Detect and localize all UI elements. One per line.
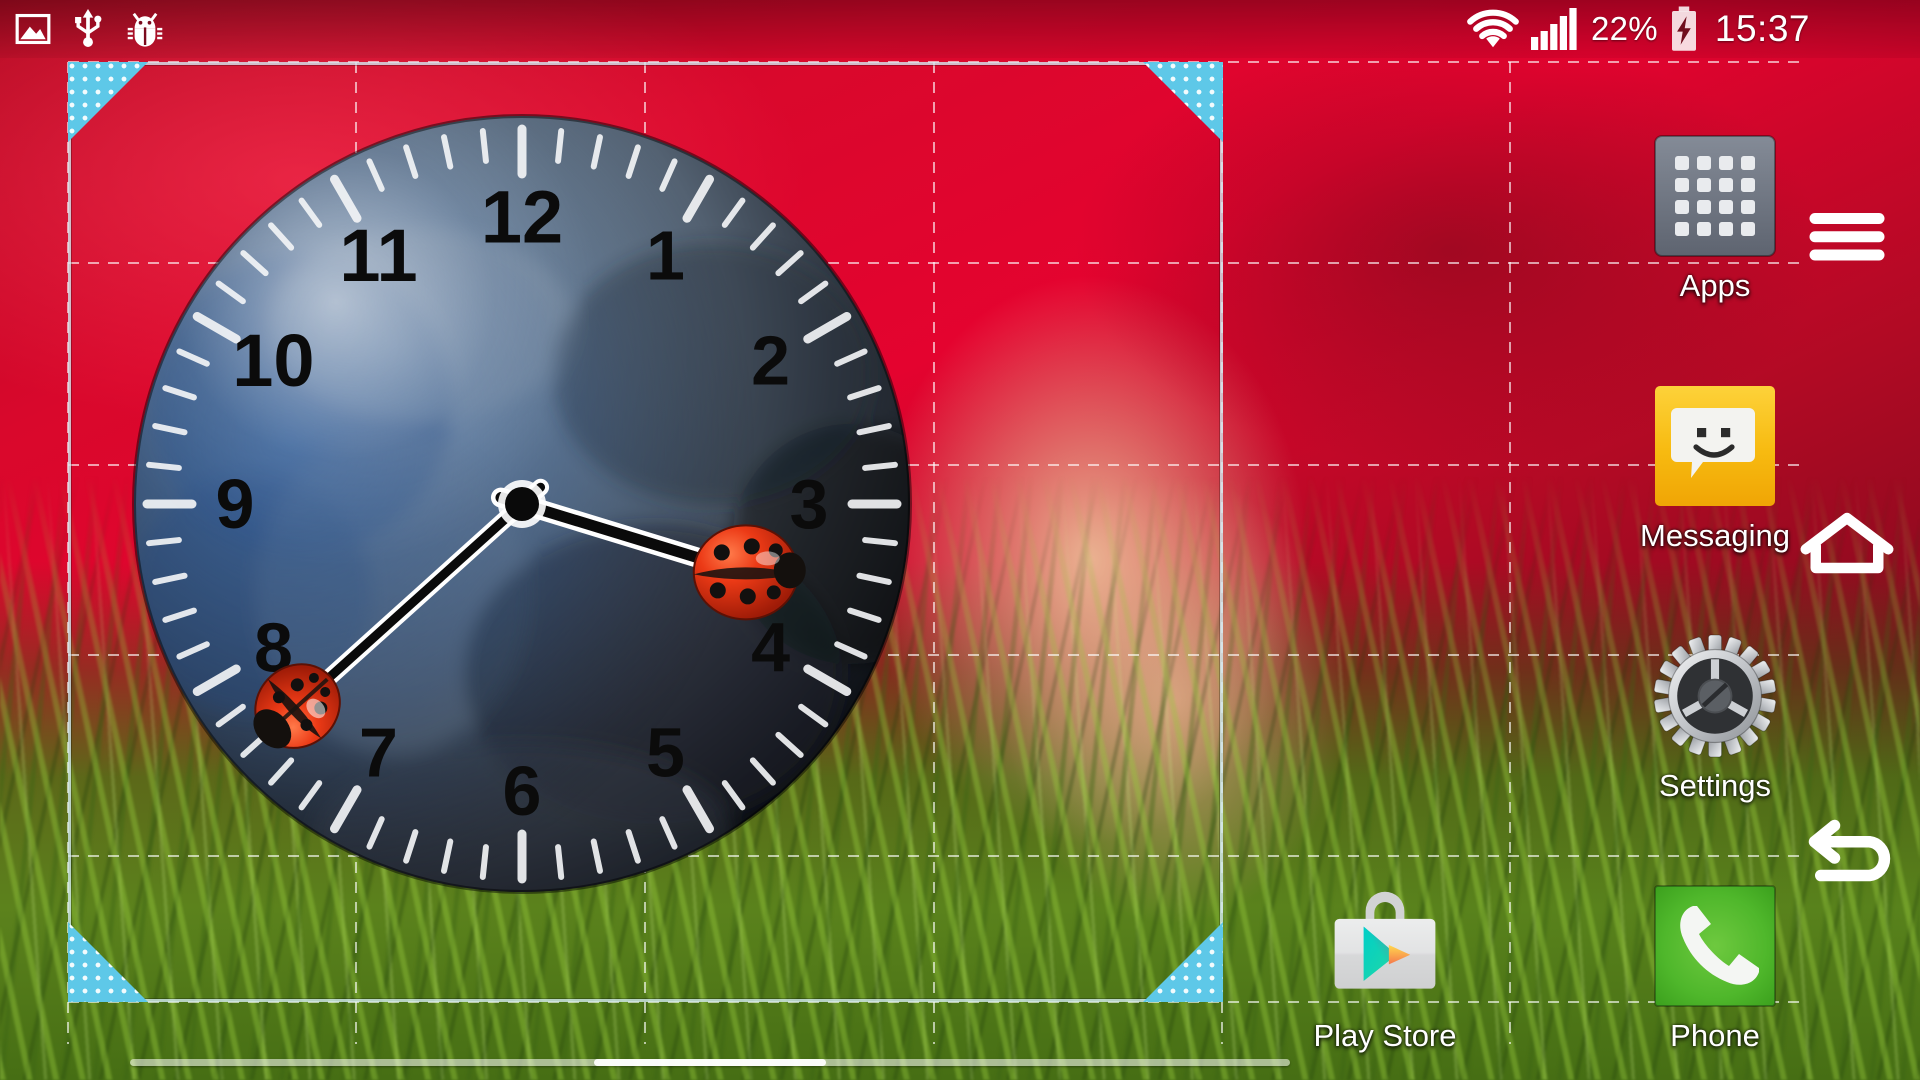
battery-charging-icon [1671,6,1696,51]
apps-grid-icon[interactable] [1653,134,1777,258]
gear-icon[interactable] [1653,634,1777,758]
widget-resize-frame[interactable] [68,62,1223,1002]
page-indicator[interactable] [130,1059,1290,1066]
status-bar[interactable]: 22% 15:37 [0,0,1920,58]
resize-handle-bottom-left[interactable] [68,922,148,1002]
status-bar-right-icons: 22% 15:37 [1467,6,1920,52]
home-icon-phone[interactable]: Phone [1630,884,1800,1054]
signal-icon [1530,8,1577,50]
home-icon-play-store[interactable]: Play Store [1300,884,1470,1054]
home-icon-label: Phone [1670,1018,1760,1053]
play-store-bag-icon[interactable] [1323,884,1447,1008]
screenshot-icon [15,13,51,45]
resize-handle-bottom-right[interactable] [1143,922,1223,1002]
home-icon-label: Play Store [1313,1018,1457,1053]
status-bar-clock: 15:37 [1714,8,1810,49]
phone-handset-icon[interactable] [1653,884,1777,1008]
nav-menu-button[interactable] [1792,178,1902,288]
menu-icon[interactable] [1792,178,1902,288]
page-indicator-active [594,1059,826,1066]
home-icon-settings[interactable]: Settings [1630,634,1800,804]
home-icon-label: Messaging [1640,518,1790,553]
back-arrow-icon[interactable] [1792,798,1902,908]
nav-back-button[interactable] [1792,798,1902,908]
home-icon-label: Apps [1679,268,1751,303]
android-debug-icon [127,12,163,47]
home-icon[interactable] [1792,488,1902,598]
usb-icon [75,9,102,47]
home-icon-apps[interactable]: Apps [1630,134,1800,304]
wifi-icon [1467,9,1519,48]
home-icon-label: Settings [1658,768,1771,803]
home-icon-messaging[interactable]: Messaging [1630,384,1800,554]
widget-frame-border [68,62,1223,1002]
status-bar-left-icons [0,9,166,49]
messaging-bubble-icon[interactable] [1653,384,1777,508]
resize-handle-top-left[interactable] [68,62,148,142]
battery-percent-label: 22% [1590,10,1658,47]
resize-handle-top-right[interactable] [1143,62,1223,142]
nav-home-button[interactable] [1792,488,1902,598]
